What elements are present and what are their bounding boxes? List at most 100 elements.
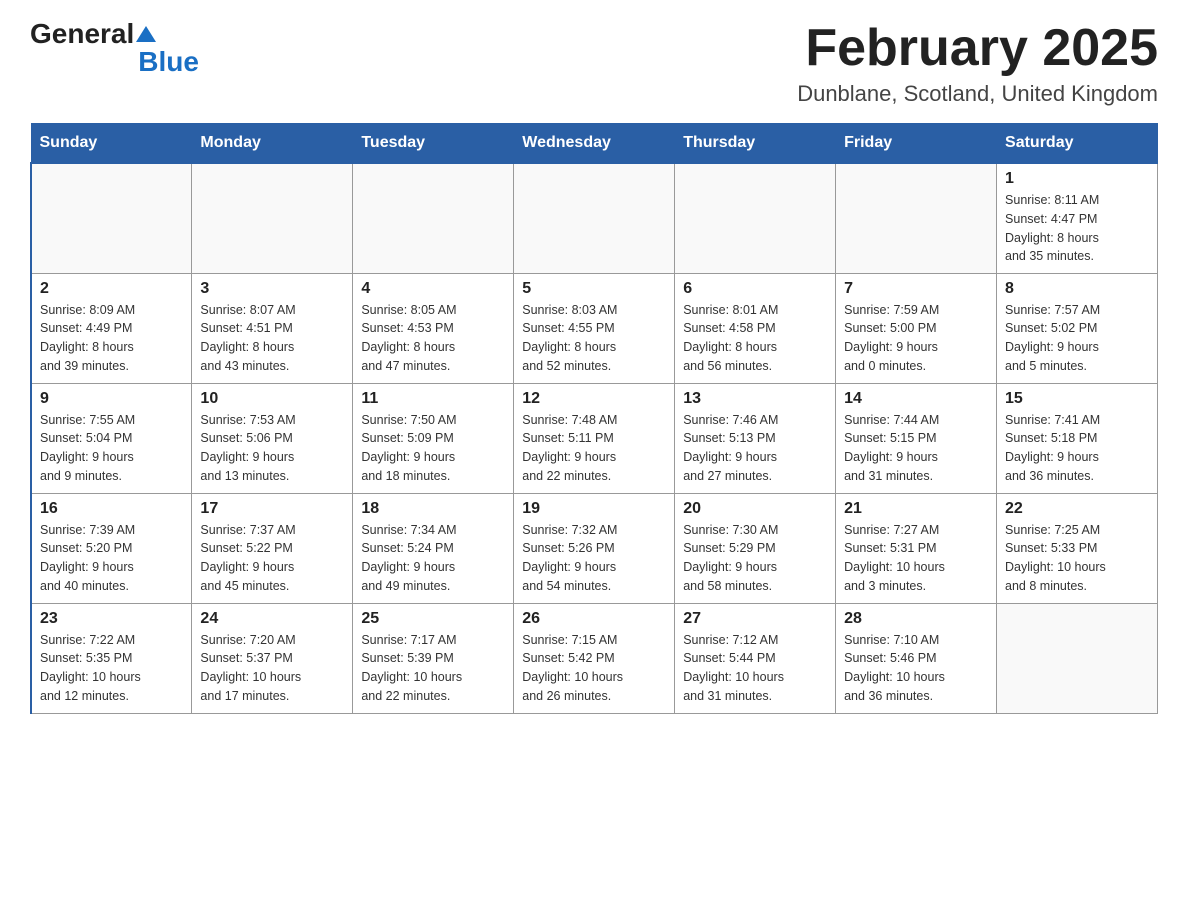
- table-row: 8 Sunrise: 7:57 AM Sunset: 5:02 PM Daylig…: [997, 273, 1158, 383]
- day-info: Sunrise: 7:27 AM Sunset: 5:31 PM Dayligh…: [844, 521, 988, 596]
- day-info: Sunrise: 7:55 AM Sunset: 5:04 PM Dayligh…: [40, 411, 183, 486]
- location-subtitle: Dunblane, Scotland, United Kingdom: [797, 81, 1158, 107]
- day-info: Sunrise: 8:09 AM Sunset: 4:49 PM Dayligh…: [40, 301, 183, 376]
- day-info: Sunrise: 7:48 AM Sunset: 5:11 PM Dayligh…: [522, 411, 666, 486]
- day-info: Sunrise: 7:10 AM Sunset: 5:46 PM Dayligh…: [844, 631, 988, 706]
- col-wednesday: Wednesday: [514, 124, 675, 164]
- table-row: [836, 163, 997, 273]
- day-info: Sunrise: 7:15 AM Sunset: 5:42 PM Dayligh…: [522, 631, 666, 706]
- day-info: Sunrise: 7:34 AM Sunset: 5:24 PM Dayligh…: [361, 521, 505, 596]
- title-block: February 2025 Dunblane, Scotland, United…: [797, 20, 1158, 107]
- day-info: Sunrise: 7:20 AM Sunset: 5:37 PM Dayligh…: [200, 631, 344, 706]
- month-title: February 2025: [797, 20, 1158, 77]
- col-friday: Friday: [836, 124, 997, 164]
- day-info: Sunrise: 8:05 AM Sunset: 4:53 PM Dayligh…: [361, 301, 505, 376]
- day-info: Sunrise: 7:17 AM Sunset: 5:39 PM Dayligh…: [361, 631, 505, 706]
- table-row: 25 Sunrise: 7:17 AM Sunset: 5:39 PM Dayli…: [353, 603, 514, 713]
- day-number: 7: [844, 280, 988, 298]
- day-number: 12: [522, 390, 666, 408]
- day-info: Sunrise: 7:59 AM Sunset: 5:00 PM Dayligh…: [844, 301, 988, 376]
- day-number: 1: [1005, 170, 1149, 188]
- day-number: 3: [200, 280, 344, 298]
- day-info: Sunrise: 7:32 AM Sunset: 5:26 PM Dayligh…: [522, 521, 666, 596]
- day-number: 23: [40, 610, 183, 628]
- table-row: 24 Sunrise: 7:20 AM Sunset: 5:37 PM Dayli…: [192, 603, 353, 713]
- table-row: [997, 603, 1158, 713]
- day-number: 24: [200, 610, 344, 628]
- day-number: 21: [844, 500, 988, 518]
- day-number: 25: [361, 610, 505, 628]
- table-row: 11 Sunrise: 7:50 AM Sunset: 5:09 PM Dayli…: [353, 383, 514, 493]
- table-row: 15 Sunrise: 7:41 AM Sunset: 5:18 PM Dayli…: [997, 383, 1158, 493]
- day-number: 27: [683, 610, 827, 628]
- day-info: Sunrise: 7:44 AM Sunset: 5:15 PM Dayligh…: [844, 411, 988, 486]
- day-number: 5: [522, 280, 666, 298]
- calendar-week-row: 1Sunrise: 8:11 AM Sunset: 4:47 PM Daylig…: [31, 163, 1158, 273]
- logo-blue-text: Blue: [138, 48, 199, 76]
- day-number: 15: [1005, 390, 1149, 408]
- day-info: Sunrise: 7:57 AM Sunset: 5:02 PM Dayligh…: [1005, 301, 1149, 376]
- day-number: 2: [40, 280, 183, 298]
- calendar-week-row: 9 Sunrise: 7:55 AM Sunset: 5:04 PM Daylig…: [31, 383, 1158, 493]
- table-row: 26 Sunrise: 7:15 AM Sunset: 5:42 PM Dayli…: [514, 603, 675, 713]
- table-row: 2 Sunrise: 8:09 AM Sunset: 4:49 PM Daylig…: [31, 273, 192, 383]
- table-row: 17 Sunrise: 7:37 AM Sunset: 5:22 PM Dayli…: [192, 493, 353, 603]
- table-row: 4 Sunrise: 8:05 AM Sunset: 4:53 PM Daylig…: [353, 273, 514, 383]
- table-row: 1Sunrise: 8:11 AM Sunset: 4:47 PM Daylig…: [997, 163, 1158, 273]
- day-info: Sunrise: 8:07 AM Sunset: 4:51 PM Dayligh…: [200, 301, 344, 376]
- day-number: 11: [361, 390, 505, 408]
- table-row: 28Sunrise: 7:10 AM Sunset: 5:46 PM Dayli…: [836, 603, 997, 713]
- col-saturday: Saturday: [997, 124, 1158, 164]
- logo-triangle-icon: [136, 24, 156, 44]
- day-info: Sunrise: 7:53 AM Sunset: 5:06 PM Dayligh…: [200, 411, 344, 486]
- table-row: 20Sunrise: 7:30 AM Sunset: 5:29 PM Dayli…: [675, 493, 836, 603]
- day-number: 18: [361, 500, 505, 518]
- day-info: Sunrise: 7:50 AM Sunset: 5:09 PM Dayligh…: [361, 411, 505, 486]
- day-number: 14: [844, 390, 988, 408]
- table-row: 9 Sunrise: 7:55 AM Sunset: 5:04 PM Daylig…: [31, 383, 192, 493]
- table-row: 10 Sunrise: 7:53 AM Sunset: 5:06 PM Dayli…: [192, 383, 353, 493]
- page-header: General General Blue February 2025 Dunbl…: [30, 20, 1158, 107]
- table-row: 18 Sunrise: 7:34 AM Sunset: 5:24 PM Dayli…: [353, 493, 514, 603]
- day-number: 26: [522, 610, 666, 628]
- calendar-header-row: Sunday Monday Tuesday Wednesday Thursday…: [31, 124, 1158, 164]
- table-row: 21 Sunrise: 7:27 AM Sunset: 5:31 PM Dayli…: [836, 493, 997, 603]
- day-number: 6: [683, 280, 827, 298]
- table-row: 14 Sunrise: 7:44 AM Sunset: 5:15 PM Dayli…: [836, 383, 997, 493]
- table-row: [514, 163, 675, 273]
- table-row: 19 Sunrise: 7:32 AM Sunset: 5:26 PM Dayli…: [514, 493, 675, 603]
- col-tuesday: Tuesday: [353, 124, 514, 164]
- day-number: 22: [1005, 500, 1149, 518]
- table-row: [675, 163, 836, 273]
- day-info: Sunrise: 7:41 AM Sunset: 5:18 PM Dayligh…: [1005, 411, 1149, 486]
- day-info: Sunrise: 8:03 AM Sunset: 4:55 PM Dayligh…: [522, 301, 666, 376]
- calendar-week-row: 16Sunrise: 7:39 AM Sunset: 5:20 PM Dayli…: [31, 493, 1158, 603]
- calendar-week-row: 2 Sunrise: 8:09 AM Sunset: 4:49 PM Daylig…: [31, 273, 1158, 383]
- col-monday: Monday: [192, 124, 353, 164]
- table-row: 5 Sunrise: 8:03 AM Sunset: 4:55 PM Daylig…: [514, 273, 675, 383]
- day-number: 19: [522, 500, 666, 518]
- day-info: Sunrise: 7:39 AM Sunset: 5:20 PM Dayligh…: [40, 521, 183, 596]
- day-number: 13: [683, 390, 827, 408]
- table-row: 6Sunrise: 8:01 AM Sunset: 4:58 PM Daylig…: [675, 273, 836, 383]
- table-row: 22 Sunrise: 7:25 AM Sunset: 5:33 PM Dayli…: [997, 493, 1158, 603]
- day-number: 4: [361, 280, 505, 298]
- day-info: Sunrise: 7:37 AM Sunset: 5:22 PM Dayligh…: [200, 521, 344, 596]
- day-info: Sunrise: 7:12 AM Sunset: 5:44 PM Dayligh…: [683, 631, 827, 706]
- table-row: 16Sunrise: 7:39 AM Sunset: 5:20 PM Dayli…: [31, 493, 192, 603]
- day-number: 10: [200, 390, 344, 408]
- day-info: Sunrise: 7:22 AM Sunset: 5:35 PM Dayligh…: [40, 631, 183, 706]
- table-row: [31, 163, 192, 273]
- day-number: 17: [200, 500, 344, 518]
- day-info: Sunrise: 7:25 AM Sunset: 5:33 PM Dayligh…: [1005, 521, 1149, 596]
- table-row: 3 Sunrise: 8:07 AM Sunset: 4:51 PM Daylig…: [192, 273, 353, 383]
- logo: General General Blue: [30, 20, 199, 76]
- calendar-week-row: 23 Sunrise: 7:22 AM Sunset: 5:35 PM Dayli…: [31, 603, 1158, 713]
- day-info: Sunrise: 7:46 AM Sunset: 5:13 PM Dayligh…: [683, 411, 827, 486]
- day-number: 8: [1005, 280, 1149, 298]
- col-thursday: Thursday: [675, 124, 836, 164]
- table-row: 23 Sunrise: 7:22 AM Sunset: 5:35 PM Dayli…: [31, 603, 192, 713]
- calendar-table: Sunday Monday Tuesday Wednesday Thursday…: [30, 123, 1158, 714]
- day-number: 20: [683, 500, 827, 518]
- day-number: 9: [40, 390, 183, 408]
